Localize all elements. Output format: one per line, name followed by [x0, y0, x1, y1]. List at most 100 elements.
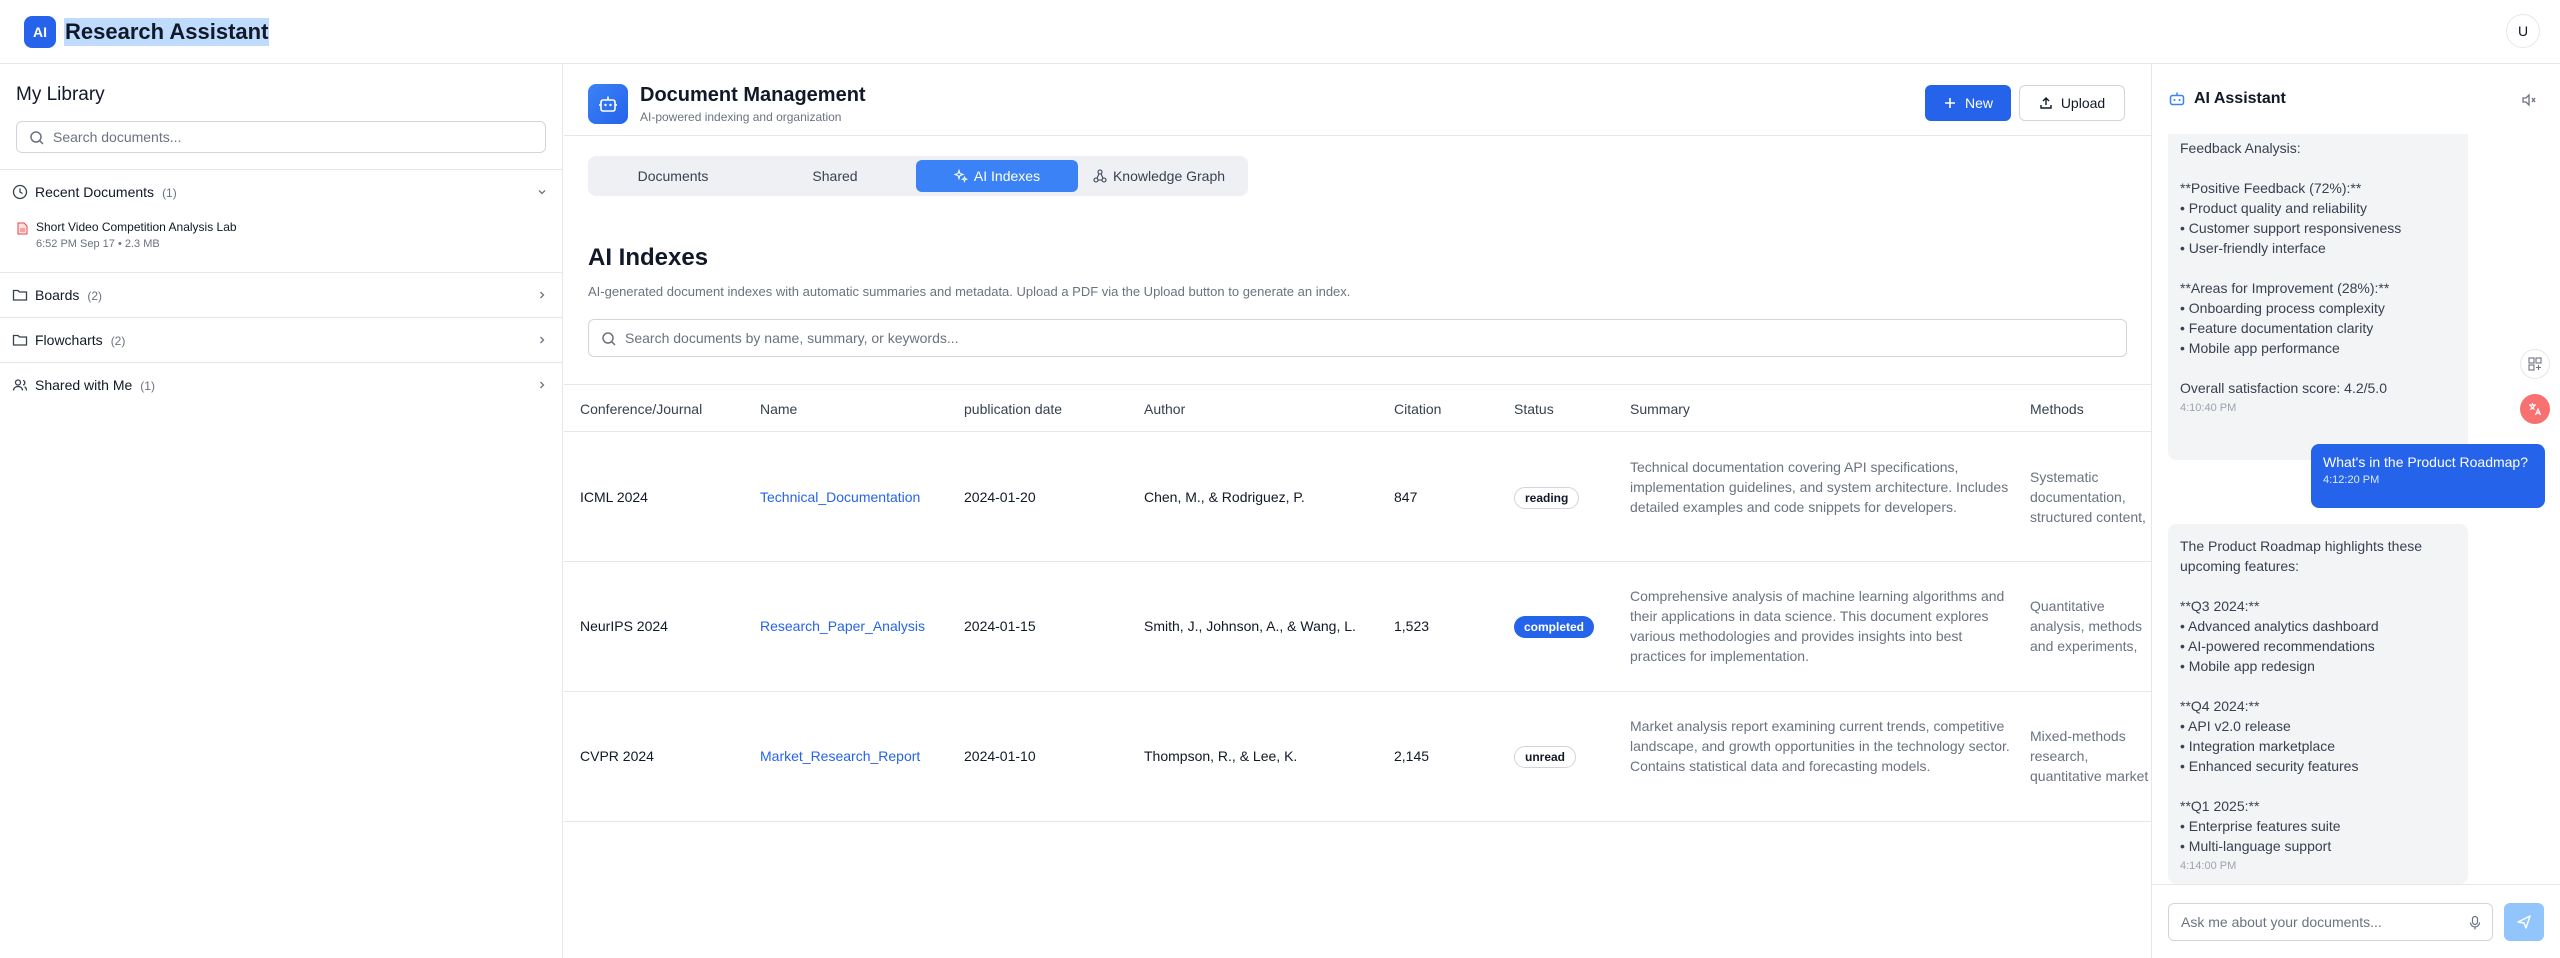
library-search-placeholder: Search documents... [53, 129, 182, 145]
cell-venue: ICML 2024 [580, 489, 648, 505]
message-text: What's in the Product Roadmap? [2323, 454, 2529, 470]
column-header[interactable]: Conference/Journal [580, 401, 702, 417]
recent-document-meta: 6:52 PM Sep 17 • 2.3 MB [36, 238, 160, 250]
ai-assistant-panel: AI Assistant Feedback Analysis: **Positi… [2151, 64, 2560, 958]
tab-label: Shared [812, 168, 858, 184]
clock-icon [12, 184, 28, 200]
tab-label: Knowledge Graph [1112, 168, 1226, 184]
panel-header: Document Management AI-powered indexing … [564, 64, 2151, 136]
new-button[interactable]: New [1925, 85, 2011, 121]
index-search-placeholder: Search documents by name, summary, or ke… [625, 330, 959, 346]
cell-summary: Market analysis report examining current… [1630, 718, 2010, 774]
search-icon [602, 332, 616, 346]
folder-icon [12, 289, 28, 301]
cell-author: Thompson, R., & Lee, K. [1144, 748, 1298, 764]
column-header[interactable]: Citation [1394, 401, 1441, 417]
plus-icon [1944, 98, 1955, 108]
document-link[interactable]: Technical_Documentation [760, 489, 920, 505]
cell-venue: CVPR 2024 [580, 748, 654, 764]
chat-input-placeholder: Ask me about your documents... [2181, 914, 2382, 930]
sparkles-icon [953, 169, 968, 183]
page-subtitle: AI-powered indexing and organization [640, 110, 842, 124]
chevron-right-icon [540, 381, 545, 389]
cell-author: Smith, J., Johnson, A., & Wang, L. [1144, 618, 1356, 634]
recent-documents-count: (1) [162, 186, 177, 200]
cell-citation: 847 [1394, 489, 1418, 505]
apps-widget-button[interactable] [2520, 349, 2550, 379]
app-logo: AI [24, 16, 56, 48]
message-time: 4:14:00 PM [2180, 860, 2237, 872]
index-search-input[interactable]: Search documents by name, summary, or ke… [588, 319, 2127, 357]
microphone-icon[interactable] [2468, 915, 2482, 931]
tab-ai-indexes[interactable]: AI Indexes [916, 160, 1078, 192]
upload-icon [2040, 97, 2052, 109]
users-icon [12, 379, 28, 391]
document-link[interactable]: Market_Research_Report [760, 748, 920, 764]
mute-icon[interactable] [2521, 92, 2537, 108]
pdf-file-icon [17, 222, 28, 235]
chat-input[interactable]: Ask me about your documents... [2168, 903, 2493, 941]
table-row[interactable]: CVPR 2024 Market_Research_Report 2024-01… [564, 692, 2151, 822]
search-icon [30, 131, 44, 145]
top-bar: AI Research Assistant U [0, 0, 2560, 64]
cell-methods: Systematic documentation, structured con… [2030, 469, 2146, 525]
page-title: Document Management [640, 84, 866, 106]
translate-icon [2529, 403, 2542, 416]
column-header[interactable]: Methods [2030, 401, 2084, 417]
column-header[interactable]: publication date [964, 401, 1062, 417]
grid-icon [2528, 357, 2542, 371]
cell-author: Chen, M., & Rodriguez, P. [1144, 489, 1305, 505]
document-management-panel: Document Management AI-powered indexing … [564, 64, 2151, 958]
user-avatar[interactable]: U [2506, 14, 2540, 48]
folder-icon [12, 334, 28, 346]
sidebar-item-boards[interactable]: Boards (2) [0, 273, 562, 317]
tab-label: AI Indexes [973, 168, 1041, 184]
library-title: My Library [16, 84, 105, 105]
column-header[interactable]: Status [1514, 401, 1554, 417]
message-time: 4:10:40 PM [2180, 402, 2237, 414]
sidebar-item-shared-with-me[interactable]: Shared with Me (1) [0, 363, 562, 407]
upload-button[interactable]: Upload [2019, 85, 2125, 121]
assistant-header: AI Assistant [2152, 64, 2560, 134]
upload-button-label: Upload [2060, 95, 2106, 111]
user-message: What's in the Product Roadmap? 4:12:20 P… [2311, 444, 2545, 508]
sidebar-item-label: Flowcharts (2) [35, 332, 126, 348]
tab-knowledge-graph[interactable]: Knowledge Graph [1078, 160, 1240, 192]
cell-summary: Technical documentation covering API spe… [1630, 459, 2009, 515]
cell-date: 2024-01-10 [964, 748, 1036, 764]
sidebar-item-label: Shared with Me (1) [35, 377, 155, 393]
tab-label: Documents [637, 168, 709, 184]
assistant-message: The Product Roadmap highlights these upc… [2168, 524, 2468, 884]
table-row[interactable]: ICML 2024 Technical_Documentation 2024-0… [564, 432, 2151, 562]
column-header[interactable]: Summary [1630, 401, 1690, 417]
recent-documents-toggle[interactable]: Recent Documents (1) [0, 170, 562, 214]
recent-document-name: Short Video Competition Analysis Lab [36, 220, 237, 234]
tab-shared[interactable]: Shared [754, 160, 916, 192]
column-header[interactable]: Name [760, 401, 797, 417]
chevron-down-icon [538, 190, 546, 195]
cell-methods: Quantitative analysis, methods and exper… [2030, 598, 2143, 654]
assistant-title: AI Assistant [2194, 90, 2286, 107]
chat-messages[interactable]: Feedback Analysis: **Positive Feedback (… [2152, 134, 2560, 884]
sidebar-item-flowcharts[interactable]: Flowcharts (2) [0, 318, 562, 362]
table-header: Conference/Journal Name publication date… [564, 384, 2151, 432]
table-row[interactable]: NeurIPS 2024 Research_Paper_Analysis 202… [564, 562, 2151, 692]
library-search-input[interactable]: Search documents... [16, 121, 546, 153]
cell-date: 2024-01-15 [964, 618, 1036, 634]
column-header[interactable]: Author [1144, 401, 1185, 417]
status-badge: completed [1514, 616, 1595, 638]
graph-icon [1093, 169, 1107, 183]
status-badge: reading [1514, 487, 1580, 509]
message-text: Feedback Analysis: **Positive Feedback (… [2180, 140, 2402, 396]
document-link[interactable]: Research_Paper_Analysis [760, 618, 925, 634]
translate-widget-button[interactable] [2520, 394, 2550, 424]
chevron-right-icon [540, 291, 545, 299]
assistant-message: Feedback Analysis: **Positive Feedback (… [2168, 134, 2468, 460]
send-icon [2517, 915, 2531, 929]
section-description: AI-generated document indexes with autom… [588, 284, 1351, 299]
tab-documents[interactable]: Documents [592, 160, 754, 192]
robot-icon [588, 84, 628, 124]
cell-summary: Comprehensive analysis of machine learni… [1630, 588, 2005, 664]
send-button[interactable] [2504, 903, 2544, 941]
status-badge: unread [1514, 746, 1577, 768]
